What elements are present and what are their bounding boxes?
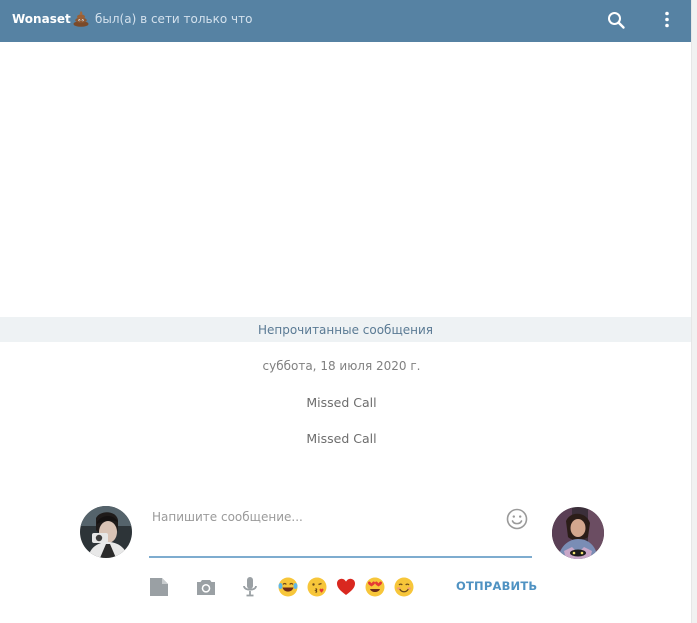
date-separator: суббота, 18 июля 2020 г. <box>262 359 421 373</box>
face-with-tears-of-joy-icon[interactable] <box>277 576 299 598</box>
emoji-picker-button[interactable] <box>505 507 529 531</box>
service-message[interactable]: Missed Call <box>0 431 683 446</box>
attach-document-button[interactable] <box>148 576 170 598</box>
face-blowing-kiss-icon[interactable] <box>306 576 328 598</box>
service-message[interactable]: Missed Call <box>0 395 683 410</box>
record-voice-button[interactable] <box>239 576 261 598</box>
more-menu-button[interactable] <box>655 8 679 32</box>
heart-eyes-icon <box>365 577 385 597</box>
message-input[interactable] <box>149 506 489 528</box>
face-blowing-kiss-icon <box>307 577 327 597</box>
pile-of-poo-icon <box>73 11 89 27</box>
chat-header: Wonaset был(а) в сети только что <box>0 0 691 42</box>
face-with-tears-of-joy-icon <box>278 577 298 597</box>
avatar-image <box>552 507 604 559</box>
microphone-icon <box>243 577 257 597</box>
red-heart-icon <box>337 578 355 595</box>
attach-photo-button[interactable] <box>195 576 217 598</box>
send-button[interactable]: ОТПРАВИТЬ <box>456 579 537 593</box>
heart-eyes-icon[interactable] <box>364 576 386 598</box>
contact-avatar[interactable] <box>552 507 604 559</box>
more-vertical-icon <box>665 11 669 28</box>
smiling-face-icon <box>394 577 414 597</box>
unread-divider: Непрочитанные сообщения <box>0 317 691 342</box>
camera-icon <box>197 580 215 595</box>
contact-status: был(а) в сети только что <box>95 12 253 26</box>
search-button[interactable] <box>604 8 628 32</box>
message-composer <box>149 502 532 558</box>
unread-label: Непрочитанные сообщения <box>257 323 434 337</box>
document-icon <box>150 578 168 596</box>
contact-name[interactable]: Wonaset <box>12 12 71 26</box>
avatar-image <box>80 506 132 558</box>
smiley-icon <box>506 508 528 530</box>
red-heart-icon[interactable] <box>335 576 357 598</box>
scrollbar[interactable] <box>691 0 697 623</box>
my-avatar[interactable] <box>80 506 132 558</box>
search-icon <box>608 12 625 29</box>
smiling-face-icon[interactable] <box>393 576 415 598</box>
